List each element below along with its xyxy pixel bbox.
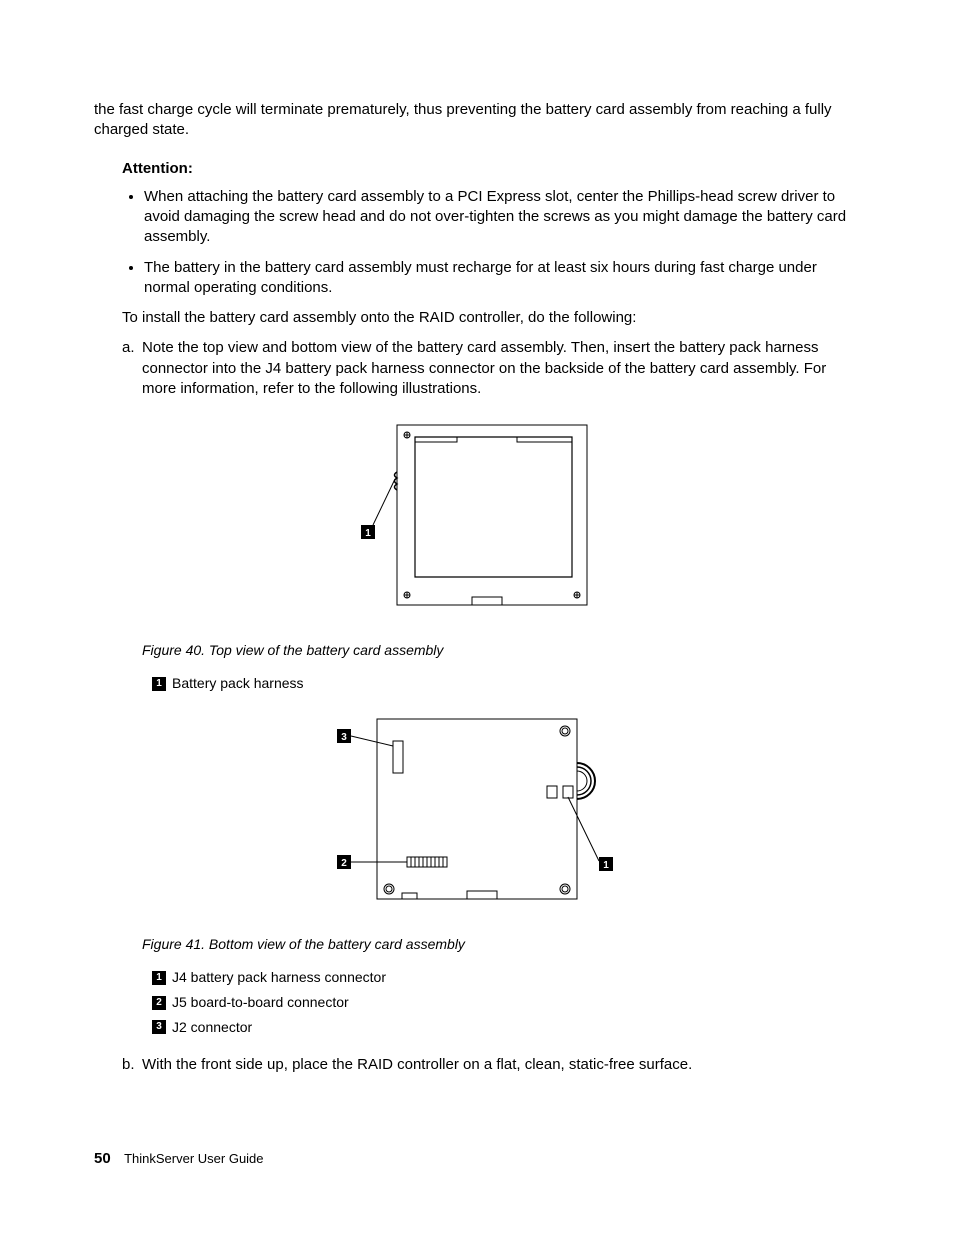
- step-marker: a.: [122, 338, 142, 399]
- figure-41-callout-list: 1 J4 battery pack harness connector 2 J5…: [152, 968, 860, 1037]
- install-intro: To install the battery card assembly ont…: [122, 308, 860, 328]
- doc-title: ThinkServer User Guide: [124, 1151, 263, 1166]
- attention-bullet: The battery in the battery card assembly…: [144, 258, 860, 299]
- svg-text:2: 2: [341, 858, 347, 869]
- attention-bullet: When attaching the battery card assembly…: [144, 187, 860, 248]
- callout-item: 3 J2 connector: [152, 1018, 860, 1037]
- callout-label: Battery pack harness: [172, 674, 304, 693]
- step-text: With the front side up, place the RAID c…: [142, 1055, 860, 1075]
- callout-number-box: 3: [152, 1020, 166, 1034]
- svg-text:1: 1: [365, 528, 371, 539]
- svg-text:1: 1: [603, 860, 609, 871]
- figure-41-diagram: 1 2 3: [94, 711, 860, 917]
- svg-text:3: 3: [341, 732, 347, 743]
- figure-40-callout-list: 1 Battery pack harness: [152, 674, 860, 693]
- attention-bullet-list: When attaching the battery card assembly…: [94, 187, 860, 298]
- continuation-paragraph: the fast charge cycle will terminate pre…: [94, 100, 860, 141]
- callout-label: J4 battery pack harness connector: [172, 968, 386, 987]
- attention-heading: Attention:: [122, 159, 860, 179]
- step-b: b. With the front side up, place the RAI…: [122, 1055, 860, 1075]
- callout-number-box: 1: [152, 677, 166, 691]
- callout-item: 2 J5 board-to-board connector: [152, 993, 860, 1012]
- callout-number-box: 1: [152, 971, 166, 985]
- figure-40-caption: Figure 40. Top view of the battery card …: [142, 641, 860, 660]
- callout-item: 1 J4 battery pack harness connector: [152, 968, 860, 987]
- page-number: 50: [94, 1150, 111, 1167]
- callout-item: 1 Battery pack harness: [152, 674, 860, 693]
- step-text: Note the top view and bottom view of the…: [142, 338, 860, 399]
- step-a: a. Note the top view and bottom view of …: [122, 338, 860, 399]
- callout-number-box: 2: [152, 996, 166, 1010]
- step-marker: b.: [122, 1055, 142, 1075]
- callout-label: J2 connector: [172, 1018, 252, 1037]
- page-footer: 50 ThinkServer User Guide: [94, 1149, 264, 1169]
- figure-40-diagram: 1: [94, 417, 860, 623]
- figure-41-caption: Figure 41. Bottom view of the battery ca…: [142, 935, 860, 954]
- callout-label: J5 board-to-board connector: [172, 993, 349, 1012]
- page: the fast charge cycle will terminate pre…: [0, 0, 954, 1235]
